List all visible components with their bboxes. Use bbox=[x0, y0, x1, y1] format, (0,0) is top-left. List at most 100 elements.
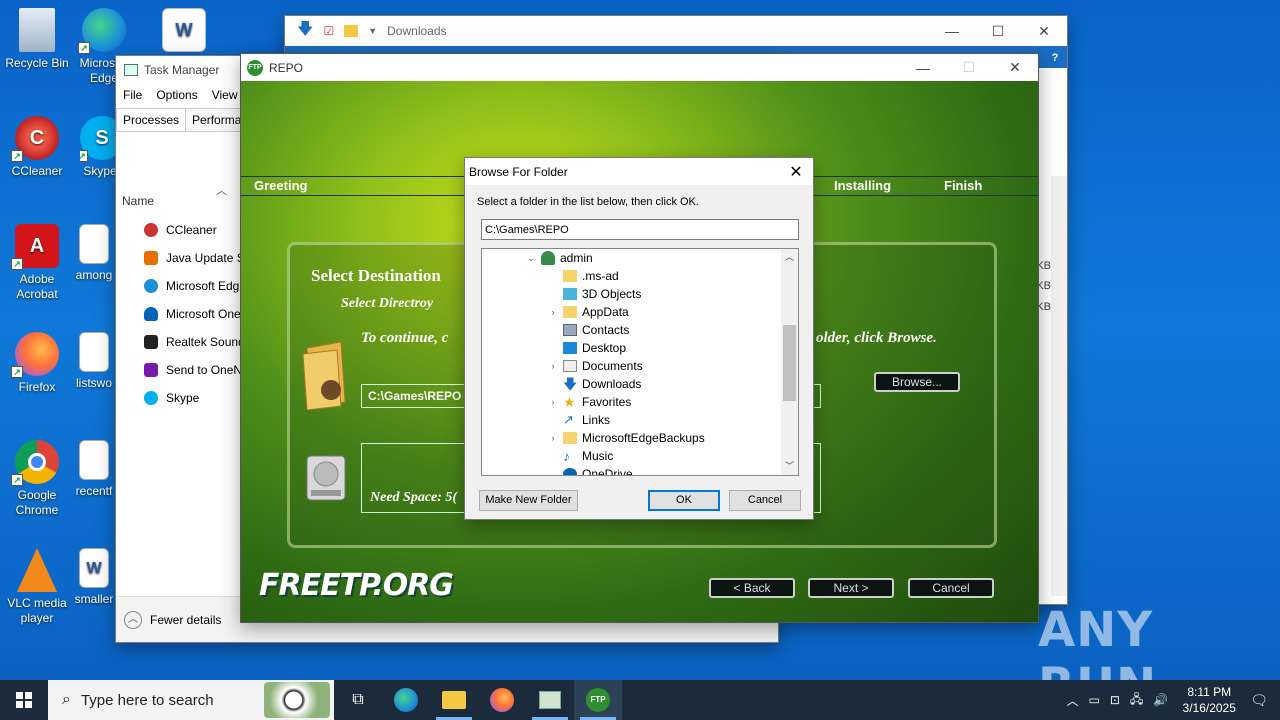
chevron-right-icon[interactable]: › bbox=[548, 433, 558, 443]
scroll-thumb[interactable] bbox=[783, 325, 796, 401]
tree-item[interactable]: 3D Objects bbox=[548, 285, 641, 303]
ccleaner-icon: C ↗ bbox=[11, 116, 59, 162]
desktop-icon-firefox[interactable]: ↗ Firefox bbox=[1, 332, 73, 395]
taskbar-task-manager[interactable] bbox=[526, 680, 574, 720]
tree-item[interactable]: 🡇 Downloads bbox=[548, 375, 641, 393]
menu-file[interactable]: File bbox=[123, 88, 142, 102]
taskbar-firefox[interactable] bbox=[478, 680, 526, 720]
close-icon[interactable]: ✕ bbox=[1021, 16, 1067, 46]
tree-item[interactable]: .ms-ad bbox=[548, 267, 619, 285]
tree-item-label: Music bbox=[582, 449, 614, 463]
browse-button[interactable]: Browse... bbox=[874, 372, 960, 392]
menu-options[interactable]: Options bbox=[156, 88, 197, 102]
ok-button[interactable]: OK bbox=[648, 490, 720, 511]
minimize-icon[interactable]: — bbox=[900, 54, 946, 81]
clock[interactable]: 8:11 PM 3/16/2025 bbox=[1178, 684, 1240, 716]
explorer-scrollbar[interactable] bbox=[1051, 176, 1067, 596]
tree-item-label: 3D Objects bbox=[582, 287, 642, 301]
instruction-text-right: older, click Browse. bbox=[816, 330, 937, 346]
start-button[interactable] bbox=[0, 680, 48, 720]
quick-access-dropdown-icon[interactable]: ▼ bbox=[368, 26, 377, 36]
column-header-name[interactable]: Name bbox=[122, 194, 154, 208]
back-button[interactable]: < Back bbox=[709, 578, 795, 598]
chevron-right-icon[interactable]: › bbox=[548, 397, 558, 407]
dialog-title: Browse For Folder bbox=[469, 164, 568, 179]
desktop-icon-word-doc[interactable]: W bbox=[156, 8, 212, 56]
chevron-up-icon[interactable]: ︿ bbox=[124, 610, 142, 629]
list-item[interactable]: Realtek Sound bbox=[144, 328, 251, 356]
tray-overflow-icon[interactable]: ︿ bbox=[1066, 692, 1078, 709]
chevron-down-icon[interactable]: ⌄ bbox=[526, 253, 536, 264]
taskbar-edge[interactable] bbox=[382, 680, 430, 720]
tree-item[interactable]: Desktop bbox=[548, 339, 626, 357]
desktop-icon-among[interactable]: among bbox=[72, 224, 116, 283]
system-tray: ︿ ▭ ⊡ 🖧 🔊 8:11 PM 3/16/2025 🗨 bbox=[1066, 680, 1280, 720]
desktop-icon-recentf[interactable]: recentf bbox=[72, 440, 116, 499]
tree-item[interactable]: Contacts bbox=[548, 321, 629, 339]
network-icon[interactable]: 🖧 bbox=[1130, 690, 1143, 711]
list-item[interactable]: Send to OneN bbox=[144, 356, 251, 384]
scroll-up-icon[interactable]: ︿ bbox=[781, 249, 798, 266]
list-item[interactable]: Java Update Sc bbox=[144, 244, 251, 272]
notifications-icon[interactable]: 🗨 bbox=[1250, 692, 1268, 709]
desktop-icon-recycle-bin[interactable]: Recycle Bin bbox=[1, 8, 73, 71]
list-item[interactable]: Microsoft Edg bbox=[144, 272, 251, 300]
chevron-right-icon[interactable]: › bbox=[548, 361, 558, 371]
tree-item[interactable]: › AppData bbox=[548, 303, 629, 321]
taskbar-installer[interactable]: FTP bbox=[574, 680, 622, 720]
tree-item-admin[interactable]: ⌄ admin bbox=[526, 249, 593, 267]
tray-device-icon[interactable]: ▭ bbox=[1088, 693, 1099, 707]
tab-processes[interactable]: Processes bbox=[116, 108, 187, 131]
tree-item[interactable]: › MicrosoftEdgeBackups bbox=[548, 429, 705, 447]
next-button[interactable]: Next > bbox=[808, 578, 894, 598]
desktop-icon-label: Firefox bbox=[18, 380, 56, 394]
desktop-icon-acrobat[interactable]: A ↗ Adobe Acrobat bbox=[1, 224, 73, 302]
close-icon[interactable]: ✕ bbox=[992, 54, 1038, 81]
list-item[interactable]: Skype bbox=[144, 384, 251, 412]
make-new-folder-button[interactable]: Make New Folder bbox=[479, 490, 578, 511]
desktop-icon-chrome[interactable]: ↗ Google Chrome bbox=[1, 440, 73, 518]
tree-item[interactable]: ♪ Music bbox=[548, 447, 613, 465]
desktop-icon-listswo[interactable]: listswo bbox=[72, 332, 116, 391]
tree-item[interactable]: OneDrive bbox=[548, 465, 633, 475]
tree-scrollbar[interactable]: ︿ ﹀ bbox=[781, 249, 798, 475]
maximize-icon[interactable]: ☐ bbox=[975, 16, 1021, 46]
browse-for-folder-dialog[interactable]: Browse For Folder ✕ Select a folder in t… bbox=[464, 157, 814, 520]
task-view-button[interactable]: ⧉ bbox=[334, 680, 382, 720]
folder-tree[interactable]: ⌄ admin .ms-ad 3D Objects › AppData Conta… bbox=[481, 248, 799, 476]
minimize-icon[interactable]: — bbox=[929, 16, 975, 46]
list-item[interactable]: Microsoft One bbox=[144, 300, 251, 328]
cancel-button[interactable]: Cancel bbox=[729, 490, 801, 511]
properties-icon[interactable]: ☑ bbox=[323, 24, 334, 38]
folder-path-input[interactable] bbox=[481, 219, 799, 240]
music-icon: ♪ bbox=[563, 448, 570, 464]
desktop-icon-ccleaner[interactable]: C ↗ CCleaner bbox=[1, 116, 73, 179]
fewer-details-button[interactable]: Fewer details bbox=[150, 613, 221, 627]
ftp-logo-icon: FTP bbox=[586, 688, 610, 712]
chevron-right-icon[interactable]: › bbox=[548, 307, 558, 317]
sort-chevron-icon[interactable]: ︿ bbox=[216, 182, 227, 198]
volume-icon[interactable]: 🔊 bbox=[1153, 693, 1168, 707]
list-item[interactable]: CCleaner bbox=[144, 216, 251, 244]
acrobat-icon: A ↗ bbox=[11, 224, 59, 270]
taskbar-search[interactable]: ⌕ Type here to search bbox=[48, 680, 334, 720]
onenote-icon bbox=[144, 363, 158, 377]
onedrive-icon bbox=[144, 307, 158, 321]
scroll-down-icon[interactable]: ﹀ bbox=[781, 458, 798, 475]
tree-item[interactable]: › Documents bbox=[548, 357, 643, 375]
menu-view[interactable]: View bbox=[212, 88, 238, 102]
help-icon[interactable]: ? bbox=[1047, 50, 1063, 66]
tree-item[interactable]: ↗ Links bbox=[548, 411, 610, 429]
chrome-icon: ↗ bbox=[11, 440, 59, 486]
tray-display-icon[interactable]: ⊡ bbox=[1110, 693, 1120, 707]
desktop-icon-vlc[interactable]: VLC media player bbox=[1, 548, 73, 626]
close-icon[interactable]: ✕ bbox=[779, 158, 813, 185]
tree-item[interactable]: › ★ Favorites bbox=[548, 393, 632, 411]
folder-icon[interactable] bbox=[344, 25, 359, 37]
desktop-icon-smaller[interactable]: W smaller bbox=[72, 548, 116, 607]
desktop-icon-skype[interactable]: S ↗ Skype bbox=[80, 116, 120, 179]
task-manager-title: Task Manager bbox=[144, 63, 220, 77]
cancel-button[interactable]: Cancel bbox=[908, 578, 994, 598]
taskbar-file-explorer[interactable] bbox=[430, 680, 478, 720]
folder-icon bbox=[302, 341, 346, 410]
